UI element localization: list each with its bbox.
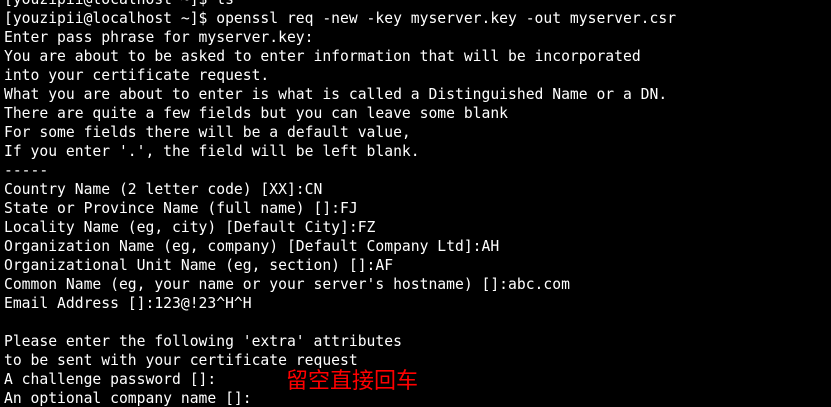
terminal-line: into your certificate request.: [4, 67, 270, 84]
terminal-line: State or Province Name (full name) []:FJ: [4, 200, 358, 217]
terminal-line: Enter pass phrase for myserver.key:: [4, 29, 314, 46]
terminal-line: Country Name (2 letter code) [XX]:CN: [4, 181, 323, 198]
terminal-line: Email Address []:123@!23^H^H: [4, 295, 252, 312]
terminal-line: Common Name (eg, your name or your serve…: [4, 276, 570, 293]
terminal-line: [youzipii@localhost ~]$ ls: [4, 0, 676, 9]
terminal-line: -----: [4, 162, 49, 179]
terminal-line: What you are about to enter is what is c…: [4, 86, 668, 103]
terminal-line: Please enter the following 'extra' attri…: [4, 333, 402, 350]
terminal-line: [youzipii@localhost ~]$ openssl req -new…: [4, 10, 677, 27]
annotation-note: 留空直接回车: [286, 369, 419, 394]
terminal-line: There are quite a few fields but you can…: [4, 105, 509, 122]
terminal-line: If you enter '.', the field will be left…: [4, 143, 420, 160]
terminal-window[interactable]: [youzipii@localhost ~]$ ls [youzipii@loc…: [0, 0, 831, 407]
terminal-line: You are about to be asked to enter infor…: [4, 48, 641, 65]
terminal-output: [youzipii@localhost ~]$ ls [youzipii@loc…: [4, 0, 676, 407]
terminal-line: Organization Name (eg, company) [Default…: [4, 238, 500, 255]
terminal-line: Locality Name (eg, city) [Default City]:…: [4, 219, 376, 236]
terminal-line: For some fields there will be a default …: [4, 124, 411, 141]
terminal-line: Organizational Unit Name (eg, section) […: [4, 257, 394, 274]
